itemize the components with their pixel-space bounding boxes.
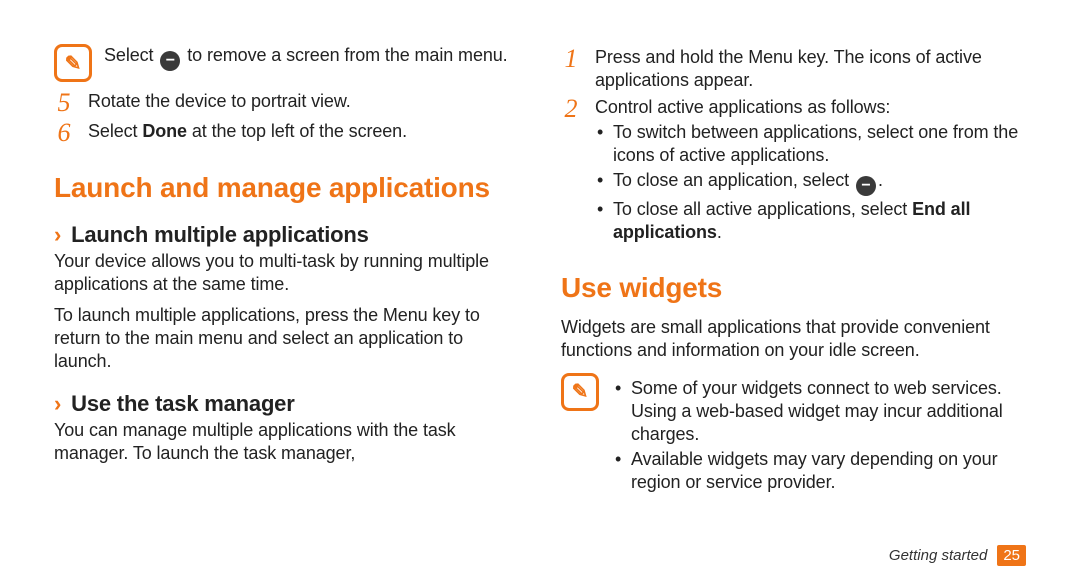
list-item: Available widgets may vary depending on … [613, 448, 1026, 494]
list-item: Some of your widgets connect to web serv… [613, 377, 1026, 446]
step-5: 5 Rotate the device to portrait view. [54, 90, 519, 116]
note-icon: ✎ [561, 373, 599, 411]
minus-icon: − [856, 176, 876, 196]
page-footer: Getting started 25 [889, 545, 1026, 566]
subheading-task-manager: › Use the task manager [54, 391, 519, 417]
note-widgets: ✎ Some of your widgets connect to web se… [561, 373, 1026, 496]
list-item: To switch between applications, select o… [595, 121, 1026, 167]
section-label: Getting started [889, 547, 987, 564]
list-item: To close all active applications, select… [595, 198, 1026, 244]
left-column: ✎ Select − to remove a screen from the m… [54, 42, 519, 546]
step-text: Rotate the device to portrait view. [88, 90, 351, 113]
step-text: Press and hold the Menu key. The icons o… [595, 46, 1026, 92]
chevron-right-icon: › [54, 222, 61, 248]
step-2: 2 Control active applications as follows… [561, 96, 1026, 246]
note-text: Select − to remove a screen from the mai… [104, 44, 508, 71]
pencil-icon: ✎ [572, 379, 589, 404]
pencil-icon: ✎ [65, 51, 82, 76]
heading-launch-manage: Launch and manage applications [54, 172, 519, 204]
paragraph: To launch multiple applications, press t… [54, 304, 519, 373]
list-item: To close an application, select −. [595, 169, 1026, 196]
paragraph: You can manage multiple applications wit… [54, 419, 519, 465]
right-column: 1 Press and hold the Menu key. The icons… [561, 42, 1026, 546]
paragraph: Your device allows you to multi-task by … [54, 250, 519, 296]
step-6: 6 Select Done at the top left of the scr… [54, 120, 519, 146]
step-number: 1 [561, 46, 581, 72]
paragraph: Widgets are small applications that prov… [561, 316, 1026, 362]
minus-icon: − [160, 51, 180, 71]
step-number: 5 [54, 90, 74, 116]
control-list: To switch between applications, select o… [595, 121, 1026, 244]
note-remove-screen: ✎ Select − to remove a screen from the m… [54, 44, 519, 82]
chevron-right-icon: › [54, 391, 61, 417]
step-number: 2 [561, 96, 581, 122]
step-lead: Control active applications as follows: [595, 96, 1026, 119]
step-text: Select Done at the top left of the scree… [88, 120, 407, 143]
widget-note-list: Some of your widgets connect to web serv… [613, 375, 1026, 496]
step-1: 1 Press and hold the Menu key. The icons… [561, 46, 1026, 92]
note-icon: ✎ [54, 44, 92, 82]
heading-use-widgets: Use widgets [561, 272, 1026, 304]
step-content: Control active applications as follows: … [595, 96, 1026, 246]
page-number: 25 [997, 545, 1026, 566]
subheading-launch-multiple: › Launch multiple applications [54, 222, 519, 248]
manual-page: ✎ Select − to remove a screen from the m… [0, 0, 1080, 586]
step-number: 6 [54, 120, 74, 146]
